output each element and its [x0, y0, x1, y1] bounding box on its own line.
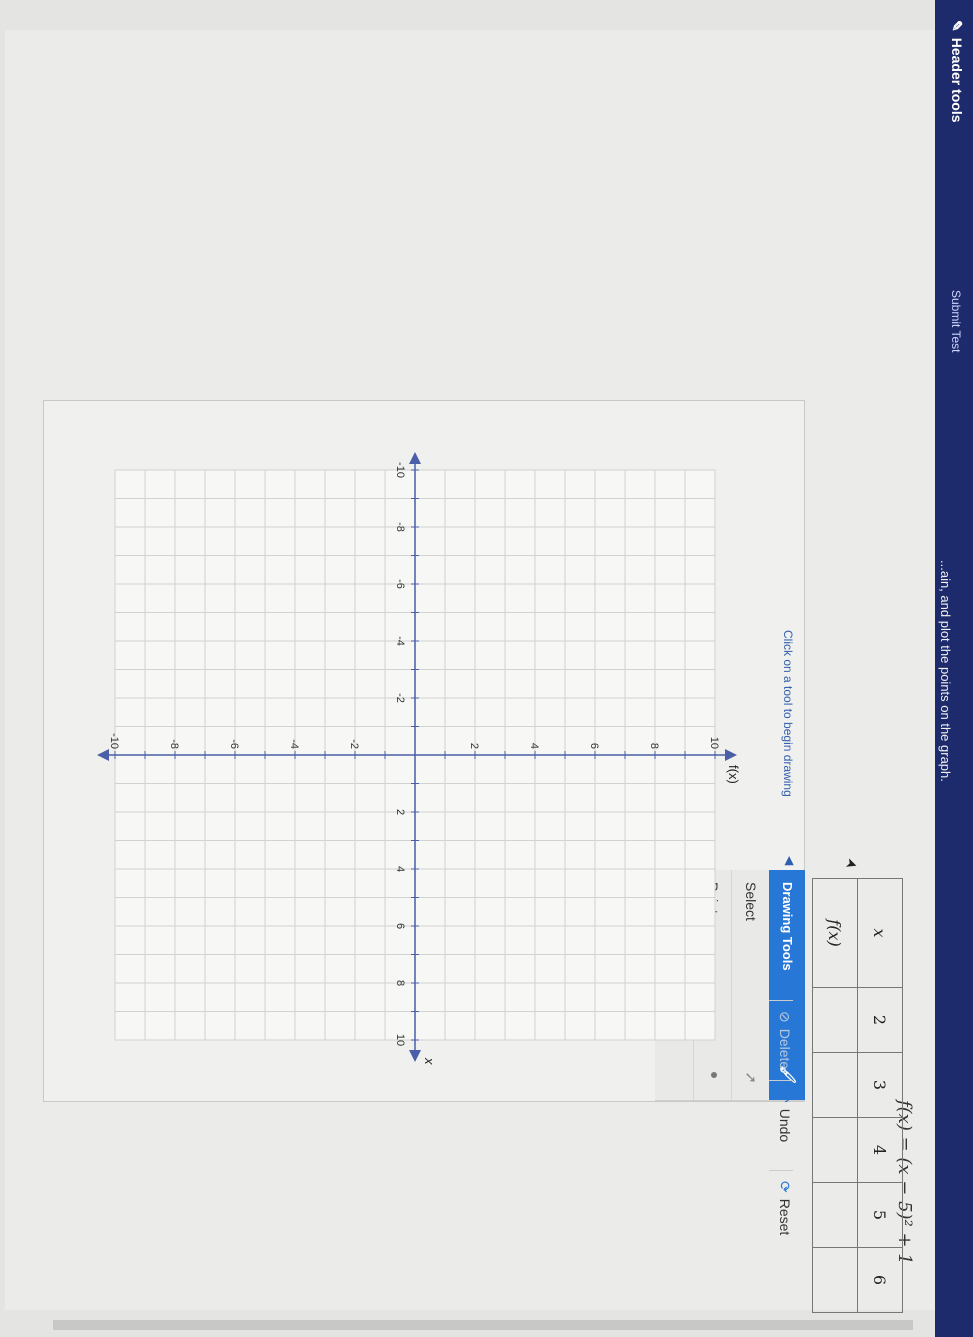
- refresh-icon: ⟳: [777, 1181, 793, 1193]
- x-cell: 6: [857, 1247, 903, 1313]
- x-cell: 2: [857, 987, 903, 1053]
- x-cell: 4: [857, 1117, 903, 1183]
- x-tick-label: -2: [394, 693, 406, 703]
- x-header: x: [857, 878, 903, 988]
- y-tick-label: -10: [108, 733, 120, 749]
- reset-button[interactable]: ⟳ Reset: [769, 1170, 793, 1236]
- x-cell: 3: [857, 1052, 903, 1118]
- y-tick-label: -2: [348, 739, 360, 749]
- header-tools-button[interactable]: ✎ Header tools: [948, 20, 965, 123]
- x-tick-label: 4: [394, 866, 406, 872]
- y-tick-label: -6: [228, 739, 240, 749]
- fx-input-cell[interactable]: [812, 1247, 858, 1313]
- fx-input-cell[interactable]: [812, 1052, 858, 1118]
- instruction-text: ...ain, and plot the points on the graph…: [938, 560, 953, 782]
- x-tick-label: -4: [394, 636, 406, 646]
- fx-input-cell[interactable]: [812, 1117, 858, 1183]
- x-axis-arrow-right: [409, 1050, 421, 1062]
- fx-input-cell[interactable]: [812, 1182, 858, 1248]
- x-tick-label: -8: [394, 522, 406, 532]
- table-row: x 2 3 4 5 6: [857, 878, 903, 1313]
- y-tick-label: 10: [708, 737, 720, 749]
- reset-label: Reset: [777, 1198, 793, 1236]
- y-tick-label: 8: [648, 743, 660, 749]
- y-axis-label: f(x): [726, 765, 741, 784]
- undo-button[interactable]: ↶ Undo: [769, 1080, 793, 1143]
- y-tick-label: -4: [288, 739, 300, 749]
- table-row: f(x): [812, 878, 858, 1313]
- x-tick-label: 10: [394, 1034, 406, 1046]
- undo-icon: ↶: [777, 1091, 793, 1103]
- y-axis-arrow-up: [725, 749, 737, 761]
- value-table: x 2 3 4 5 6 f(x): [812, 878, 903, 1313]
- scrollbar[interactable]: [53, 1320, 913, 1330]
- drawing-tools-title: Drawing Tools: [780, 882, 795, 971]
- header-tools-label: Header tools: [949, 37, 965, 123]
- fx-input-cell[interactable]: [812, 987, 858, 1053]
- x-tick-label: 6: [394, 923, 406, 929]
- rotated-page: ✎ Header tools Submit Test ...ain, and pl…: [0, 0, 973, 1337]
- y-tick-label: -8: [168, 739, 180, 749]
- x-cell: 5: [857, 1182, 903, 1248]
- delete-label: Delete: [777, 1028, 793, 1070]
- delete-toolbar-button[interactable]: ⊘ Delete: [769, 1000, 793, 1070]
- x-axis-label: x: [422, 1057, 437, 1065]
- x-tick-label: -6: [394, 579, 406, 589]
- header-bar: ✎ Header tools Submit Test ...ain, and pl…: [935, 0, 973, 1337]
- x-tick-label: 8: [394, 980, 406, 986]
- hint-arrow-icon: ◀: [783, 856, 797, 866]
- submit-test-button[interactable]: Submit Test: [949, 290, 963, 352]
- delete-icon: ⊘: [777, 1011, 793, 1023]
- undo-label: Undo: [777, 1108, 793, 1143]
- hint-text: Click on a tool to begin drawing: [781, 630, 795, 797]
- y-tick-label: 4: [528, 743, 540, 749]
- y-tick-label: 6: [588, 743, 600, 749]
- fx-header: f(x): [812, 878, 858, 988]
- y-axis-arrow-down: [97, 749, 109, 761]
- x-tick-label: 2: [394, 809, 406, 815]
- x-axis-arrow-left: [409, 452, 421, 464]
- pencil-icon: ✎: [949, 20, 965, 32]
- x-tick-label: -10: [394, 462, 406, 478]
- y-tick-label: 2: [468, 743, 480, 749]
- coordinate-graph[interactable]: -10 -8 -6 -4 -2 2 4 6 8 10 -10 -8 -6 -4 -2 2 4 6 8 10 x f(x…: [75, 440, 755, 1080]
